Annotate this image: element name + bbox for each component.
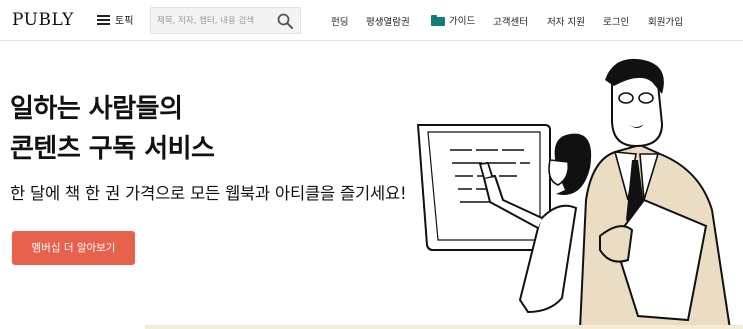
nav-funding[interactable]: 펀딩 <box>331 14 348 28</box>
search-icon[interactable] <box>276 12 294 30</box>
search-input[interactable] <box>157 13 275 29</box>
nav-signup[interactable]: 회원가입 <box>648 14 683 28</box>
presentation-board <box>416 124 551 251</box>
hamburger-icon <box>97 14 110 25</box>
topic-menu-button[interactable]: 토픽 <box>97 12 133 27</box>
nav-guide[interactable]: 가이드 <box>431 13 475 27</box>
hero-illustration <box>416 58 732 329</box>
publy-logo[interactable]: PUBLY <box>12 10 74 30</box>
nav-guide-label: 가이드 <box>449 16 476 27</box>
bottom-strip <box>145 325 743 329</box>
hero-subtitle: 한 달에 책 한 권 가격으로 모든 웹북과 아티클을 즐기세요! <box>10 184 407 203</box>
nav-author-support[interactable]: 저자 지원 <box>547 14 585 28</box>
hero-title: 일하는 사람들의 콘텐츠 구독 서비스 <box>10 89 215 169</box>
nav-login[interactable]: 로그인 <box>603 14 629 28</box>
search-box <box>150 7 301 34</box>
hero-title-line-2: 콘텐츠 구독 서비스 <box>10 134 215 164</box>
nav-customer-center[interactable]: 고객센터 <box>493 14 528 28</box>
membership-cta-button[interactable]: 멤버십 더 알아보기 <box>12 231 135 265</box>
man-figure <box>578 58 732 329</box>
nav-lifetime-pass[interactable]: 평생열람권 <box>366 14 410 28</box>
folder-icon <box>431 14 445 26</box>
top-navigation-bar: PUBLY 토픽 펀딩 평생열람권 가이드 고객센터 저자 지원 로그인 회원가… <box>0 0 743 41</box>
hero-title-line-1: 일하는 사람들의 <box>10 94 183 124</box>
topic-label: 토픽 <box>115 16 134 27</box>
